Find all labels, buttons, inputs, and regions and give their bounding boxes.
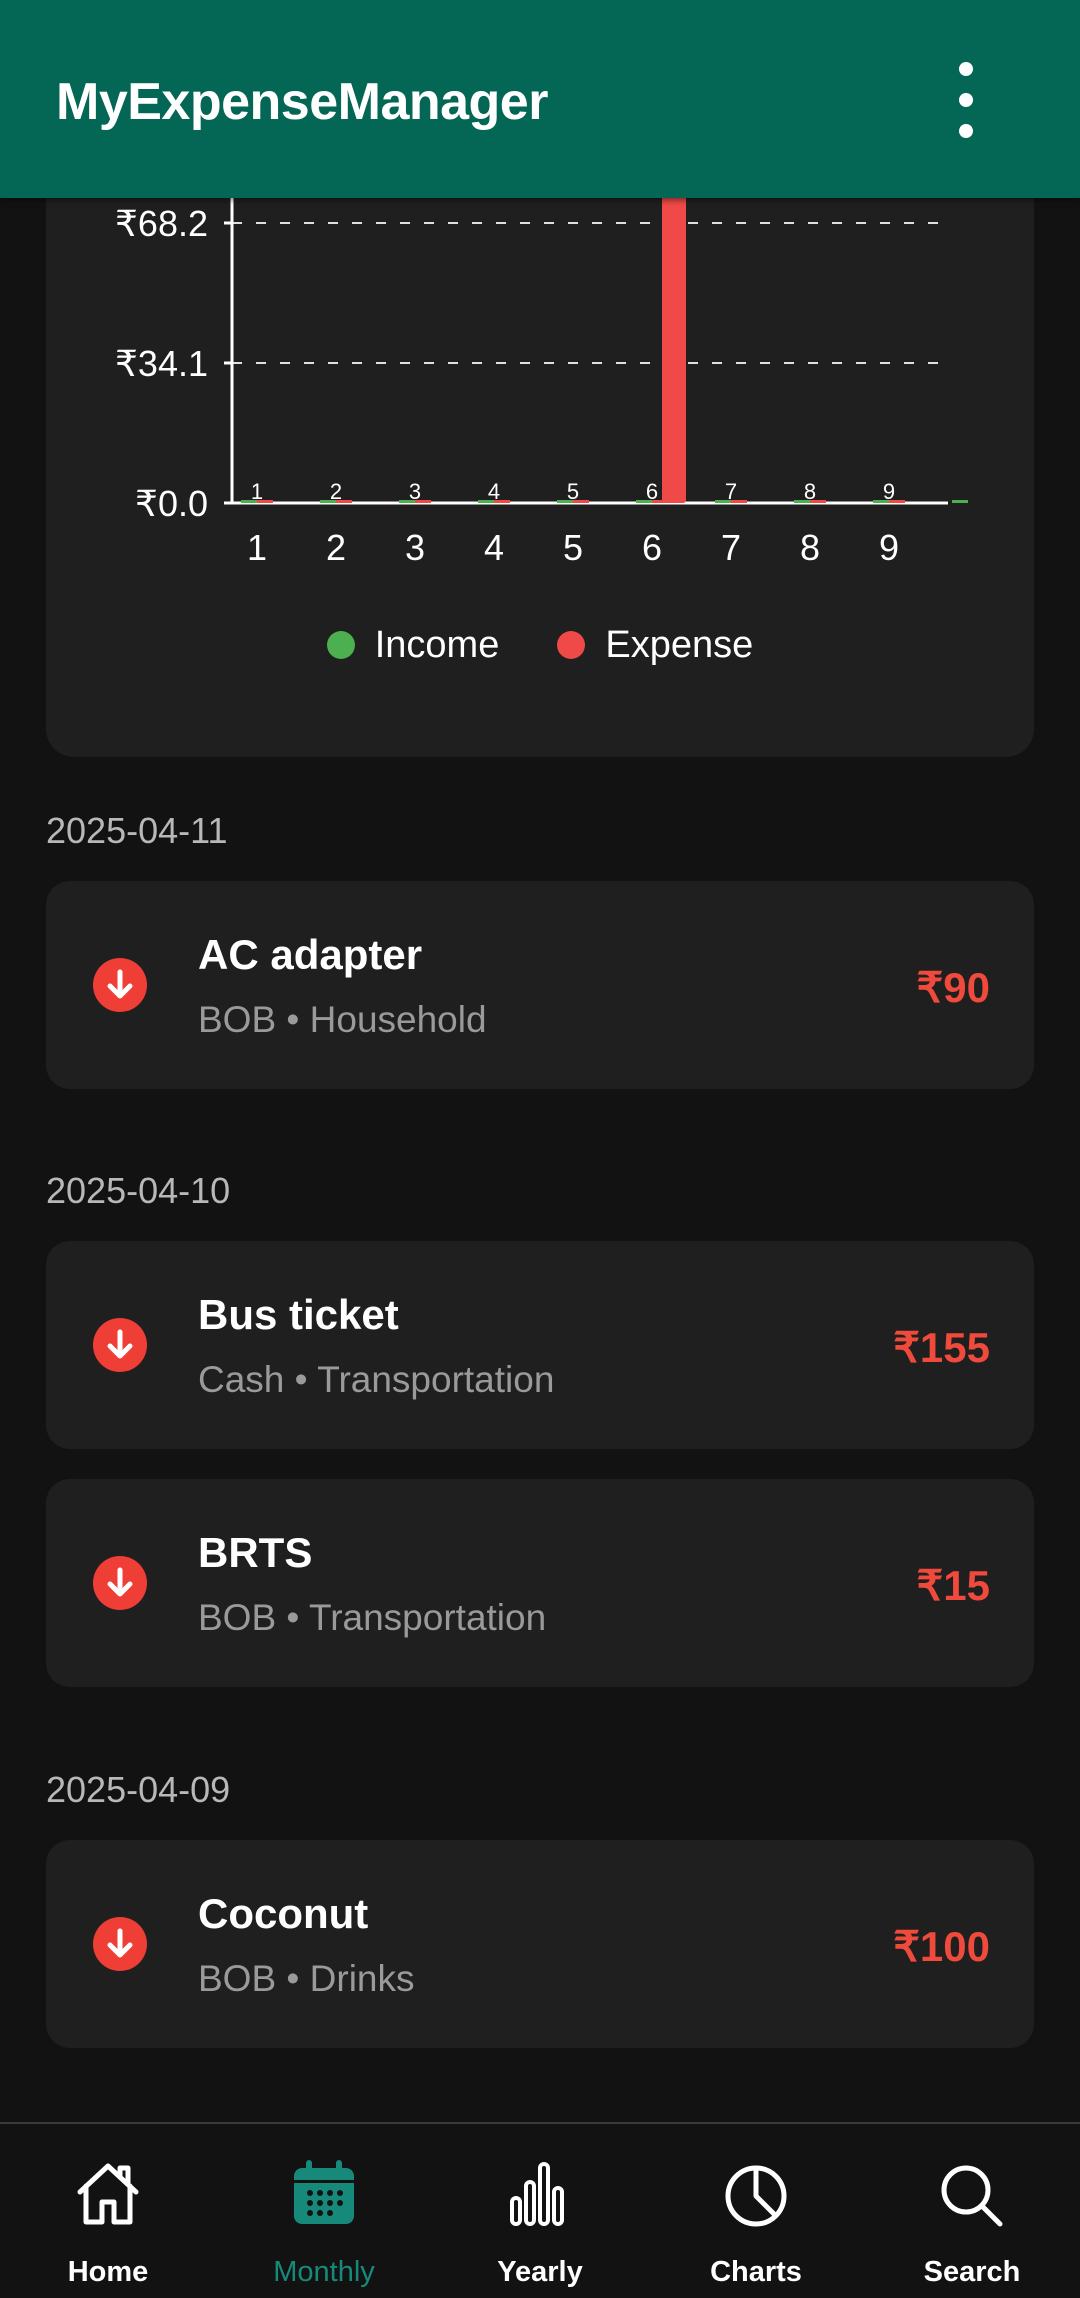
x-tick-label: 4 xyxy=(484,527,504,568)
x-tick-label: 7 xyxy=(721,527,741,568)
nav-label-monthly: Monthly xyxy=(273,2256,375,2288)
legend-label-income: Income xyxy=(374,623,500,666)
search-icon xyxy=(941,2165,1003,2227)
transaction-amount: ₹100 xyxy=(893,1923,990,1970)
x-tick-label: 9 xyxy=(879,527,899,568)
transaction-meta: Cash • Transportation xyxy=(198,1359,555,1400)
nav-item-home[interactable]: Home xyxy=(0,2124,216,2298)
date-header: 2025-04-11 xyxy=(46,810,228,851)
bar-value-label: 1 xyxy=(251,479,263,504)
x-tick-label: 3 xyxy=(405,527,425,568)
transaction-amount: ₹15 xyxy=(916,1562,990,1609)
transaction-card[interactable]: Coconut BOB • Drinks ₹100 xyxy=(46,1840,1034,2048)
bar-value-label: 4 xyxy=(488,479,500,504)
bottom-navigation: Home Monthly Yearly Charts Search xyxy=(0,2122,1080,2298)
transaction-name: AC adapter xyxy=(198,931,423,978)
bar-value-label: 8 xyxy=(804,479,816,504)
chart-legend: Income Expense xyxy=(0,620,1080,670)
bar-value-label: 6 xyxy=(646,479,658,504)
bar-value-label: 9 xyxy=(883,479,895,504)
more-vert-icon[interactable] xyxy=(948,62,984,138)
nav-label-home: Home xyxy=(67,2256,149,2288)
expense-legend-dot xyxy=(557,631,586,659)
legend-item-expense: Expense xyxy=(557,624,753,667)
bar-value-label: 2 xyxy=(330,479,342,504)
legend-label-expense: Expense xyxy=(605,623,754,666)
transaction-name: BRTS xyxy=(198,1529,313,1576)
bar-chart-icon xyxy=(510,2162,564,2226)
app-bar: MyExpenseManager xyxy=(0,0,1080,198)
date-header: 2025-04-09 xyxy=(46,1769,231,1810)
transaction-card[interactable]: Bus ticket Cash • Transportation ₹155 xyxy=(46,1241,1034,1449)
date-header: 2025-04-10 xyxy=(46,1170,231,1211)
income-legend-dot xyxy=(326,631,355,659)
nav-label-charts: Charts xyxy=(710,2256,802,2288)
y-tick-label: ₹0.0 xyxy=(135,483,208,524)
legend-item-income: Income xyxy=(326,623,500,667)
bar-value-label: 3 xyxy=(409,479,421,504)
transaction-amount: ₹90 xyxy=(916,964,990,1011)
arrow-down-icon xyxy=(93,1556,147,1610)
x-tick-label: 1 xyxy=(247,527,267,568)
app-title: MyExpenseManager xyxy=(56,73,548,131)
nav-item-yearly[interactable]: Yearly xyxy=(432,2124,648,2298)
transaction-card[interactable]: BRTS BOB • Transportation ₹15 xyxy=(46,1479,1034,1687)
nav-label-yearly: Yearly xyxy=(497,2256,583,2288)
calendar-icon xyxy=(294,2160,354,2224)
transaction-amount: ₹155 xyxy=(893,1324,990,1371)
y-tick-label: ₹68.2 xyxy=(115,203,208,244)
x-tick-label: 2 xyxy=(326,527,346,568)
x-tick-label: 8 xyxy=(800,527,820,568)
arrow-down-icon xyxy=(93,1917,147,1971)
home-icon xyxy=(77,2163,139,2225)
transaction-name: Coconut xyxy=(198,1890,369,1937)
x-tick-label: 6 xyxy=(642,527,662,568)
income-bar xyxy=(952,500,968,503)
arrow-down-icon xyxy=(93,958,147,1012)
bar-value-label: 5 xyxy=(567,479,579,504)
arrow-down-icon xyxy=(93,1318,147,1372)
nav-label-search: Search xyxy=(923,2256,1021,2288)
nav-item-search[interactable]: Search xyxy=(864,2124,1080,2298)
nav-item-charts[interactable]: Charts xyxy=(648,2124,864,2298)
expense-bar xyxy=(662,150,686,503)
transaction-meta: BOB • Household xyxy=(198,999,487,1040)
transaction-meta: BOB • Drinks xyxy=(198,1958,415,1999)
transaction-name: Bus ticket xyxy=(198,1291,399,1338)
transaction-meta: BOB • Transportation xyxy=(198,1597,547,1638)
y-tick-label: ₹34.1 xyxy=(115,343,208,384)
bar-value-label: 7 xyxy=(725,479,737,504)
x-tick-label: 5 xyxy=(563,527,583,568)
nav-item-monthly[interactable]: Monthly xyxy=(216,2124,432,2298)
transaction-card[interactable]: AC adapter BOB • Household ₹90 xyxy=(46,881,1034,1089)
pie-chart-icon xyxy=(725,2165,787,2227)
